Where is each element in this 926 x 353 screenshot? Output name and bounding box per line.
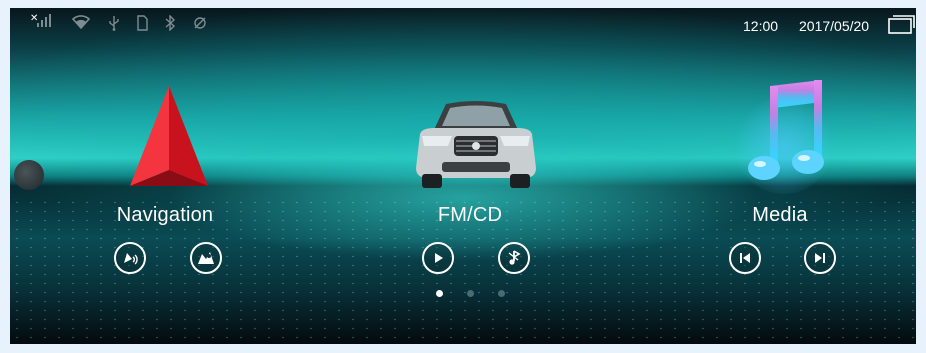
map-location-button[interactable] xyxy=(190,242,222,274)
edge-drawer-handle[interactable] xyxy=(14,160,44,190)
map-location-icon xyxy=(198,252,214,264)
head-unit-screen: ✕ 12:00 2017/05/20 Navigation FM/CD Medi… xyxy=(10,8,916,344)
date: 2017/05/20 xyxy=(799,18,870,34)
navigation-arrow-icon[interactable] xyxy=(128,86,210,190)
next-track-button[interactable] xyxy=(804,242,836,274)
gps-icon xyxy=(192,15,208,35)
status-bar: ✕ 12:00 2017/05/20 xyxy=(10,8,916,42)
music-note-icon[interactable] xyxy=(734,72,834,194)
page-dot-2[interactable] xyxy=(467,290,474,297)
wifi-icon xyxy=(71,15,91,33)
media-label[interactable]: Media xyxy=(670,204,890,227)
page-dot-1[interactable] xyxy=(436,290,443,297)
fm-cd-label[interactable]: FM/CD xyxy=(360,204,580,227)
bluetooth-music-icon xyxy=(508,250,521,265)
usb-icon xyxy=(108,15,120,35)
clock: 12:00 xyxy=(743,18,779,34)
signal-off-icon: ✕ xyxy=(30,13,54,32)
bluetooth-icon xyxy=(164,14,176,35)
play-button[interactable] xyxy=(422,242,454,274)
play-icon xyxy=(435,253,443,263)
voice-navigation-icon xyxy=(124,253,138,265)
navigation-label[interactable]: Navigation xyxy=(55,204,275,227)
car-icon[interactable] xyxy=(412,94,540,190)
bluetooth-music-button[interactable] xyxy=(498,242,530,274)
voice-navigation-button[interactable] xyxy=(114,242,146,274)
next-track-icon xyxy=(815,253,825,263)
page-dot-3[interactable] xyxy=(498,290,505,297)
page-indicator[interactable] xyxy=(434,290,514,300)
previous-track-icon xyxy=(740,253,750,263)
previous-track-button[interactable] xyxy=(729,242,761,274)
sd-card-icon xyxy=(136,15,148,35)
recent-apps-icon[interactable] xyxy=(887,13,915,35)
